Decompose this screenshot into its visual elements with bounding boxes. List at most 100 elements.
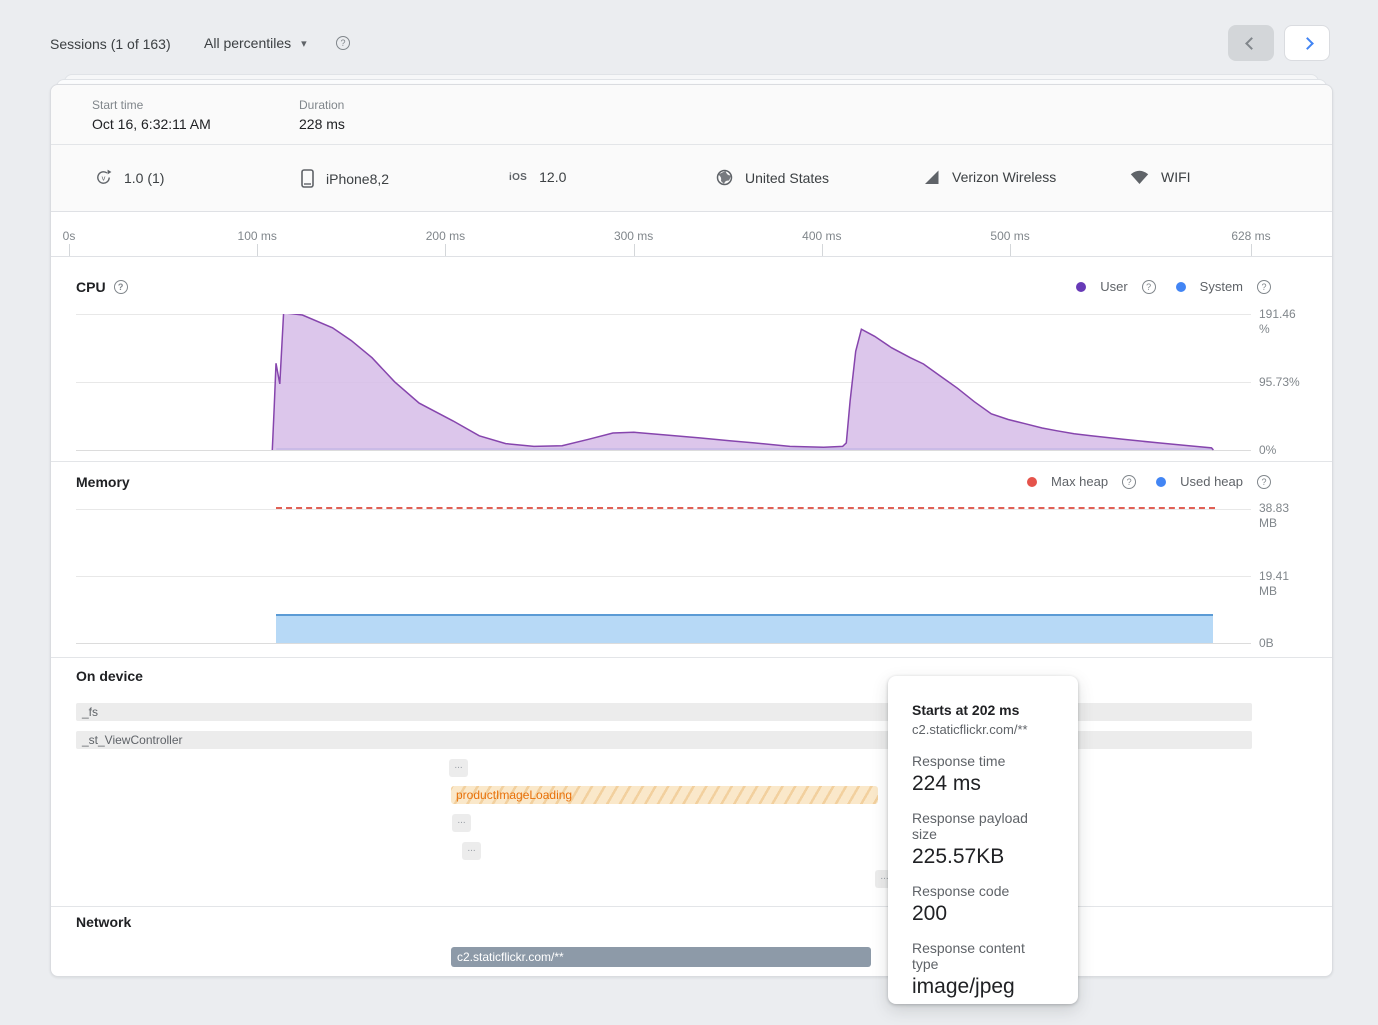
timeline-tick-label: 500 ms xyxy=(975,229,1045,243)
tooltip-url: c2.staticflickr.com/** xyxy=(912,722,1054,737)
cpu-axis-label-mid: 95.73% xyxy=(1259,375,1300,390)
session-detail-card: Start time Oct 16, 6:32:11 AM Duration 2… xyxy=(50,84,1333,977)
app-version-icon: v xyxy=(95,169,112,186)
country-value: United States xyxy=(745,170,829,186)
tooltip-start-time: Starts at 202 ms xyxy=(912,702,1054,718)
carrier-value: Verizon Wireless xyxy=(952,169,1056,185)
timeline-tick-label: 0s xyxy=(34,229,104,243)
radio-value: WIFI xyxy=(1161,169,1191,185)
cpu-user-area-chart[interactable] xyxy=(69,314,1251,452)
tooltip-field-label: Response payload size xyxy=(912,810,1054,842)
next-session-button[interactable] xyxy=(1284,25,1330,61)
cpu-axis-label-max: 191.46 % xyxy=(1259,307,1296,337)
max-heap-line xyxy=(276,507,1215,509)
wifi-icon xyxy=(1130,170,1149,185)
legend-label-user: User xyxy=(1100,279,1127,294)
app-version-value: 1.0 (1) xyxy=(124,170,164,186)
country-item: United States xyxy=(716,169,829,186)
collapsed-trace-chip[interactable]: ... xyxy=(449,759,468,777)
cpu-legend: User ? System ? xyxy=(1076,279,1271,294)
network-section-title: Network xyxy=(76,914,131,930)
product-image-loading-label: productImageLoading xyxy=(456,788,572,802)
timeline-tick-mark xyxy=(257,244,258,256)
chevron-left-icon xyxy=(1245,37,1258,50)
tooltip-field-label: Response time xyxy=(912,753,1054,769)
cpu-user-help-icon[interactable]: ? xyxy=(1142,280,1156,294)
tooltip-field-value: 200 xyxy=(912,902,1054,926)
start-time-value: Oct 16, 6:32:11 AM xyxy=(92,116,211,132)
radio-item: WIFI xyxy=(1130,169,1191,185)
cpu-system-help-icon[interactable]: ? xyxy=(1257,280,1271,294)
tooltip-field-value: image/jpeg xyxy=(912,975,1054,999)
device-model-icon xyxy=(301,169,314,188)
app-version-item: v 1.0 (1) xyxy=(95,169,164,186)
globe-icon xyxy=(716,169,733,186)
memory-axis-label-zero: 0B xyxy=(1259,636,1274,651)
memory-axis-label-mid: 19.41 MB xyxy=(1259,569,1289,599)
timeline-tick-mark xyxy=(634,244,635,256)
cpu-user-area xyxy=(272,314,1213,450)
network-request-tooltip: Starts at 202 ms c2.staticflickr.com/** … xyxy=(888,676,1078,1004)
legend-dot-used-heap xyxy=(1156,477,1166,487)
max-heap-help-icon[interactable]: ? xyxy=(1122,475,1136,489)
timeline-tick-label: 300 ms xyxy=(599,229,669,243)
sessions-count-label: Sessions (1 of 163) xyxy=(50,36,171,52)
timeline-tick-mark xyxy=(69,244,70,256)
device-info-band: v 1.0 (1) iPhone8,2 iOS 12.0 xyxy=(51,145,1332,211)
legend-dot-user xyxy=(1076,282,1086,292)
svg-text:v: v xyxy=(102,173,106,182)
cpu-section-title: CPU ? xyxy=(76,279,128,295)
timeline-tick-label: 200 ms xyxy=(410,229,480,243)
previous-session-button[interactable] xyxy=(1228,25,1274,61)
sessions-help-icon[interactable]: ? xyxy=(336,36,350,50)
collapsed-trace-chip[interactable]: ... xyxy=(452,814,471,832)
used-heap-help-icon[interactable]: ? xyxy=(1257,475,1271,489)
chevron-down-icon: ▾ xyxy=(301,37,307,50)
cpu-title-text: CPU xyxy=(76,279,106,295)
start-time-label: Start time xyxy=(92,98,143,112)
firebase-performance-session-page: Sessions (1 of 163) All percentiles ▾ ? … xyxy=(0,0,1378,1025)
gridline xyxy=(76,643,1251,644)
os-version-icon: iOS xyxy=(509,172,527,183)
timeline-tick-mark xyxy=(822,244,823,256)
divider xyxy=(51,657,1332,658)
divider xyxy=(51,256,1332,257)
carrier-item: Verizon Wireless xyxy=(923,169,1056,185)
on-device-title-text: On device xyxy=(76,668,143,684)
os-version-item: iOS 12.0 xyxy=(509,169,566,185)
percentiles-dropdown[interactable]: All percentiles ▾ xyxy=(204,35,307,51)
cpu-help-icon[interactable]: ? xyxy=(114,280,128,294)
tooltip-field-label: Response code xyxy=(912,883,1054,899)
memory-legend: Max heap ? Used heap ? xyxy=(1027,474,1271,489)
session-summary-band: Start time Oct 16, 6:32:11 AM Duration 2… xyxy=(51,85,1332,144)
percentiles-dropdown-label: All percentiles xyxy=(204,35,291,51)
timeline-tick-mark xyxy=(445,244,446,256)
cpu-axis-label-zero: 0% xyxy=(1259,443,1276,458)
gridline xyxy=(76,576,1251,577)
on-device-section-title: On device xyxy=(76,668,143,684)
memory-title-text: Memory xyxy=(76,474,130,490)
divider xyxy=(51,906,1332,907)
duration-value: 228 ms xyxy=(299,116,345,132)
collapsed-trace-chip[interactable]: ... xyxy=(462,842,481,860)
legend-dot-max-heap xyxy=(1027,477,1037,487)
legend-label-system: System xyxy=(1200,279,1243,294)
tooltip-field-value: 225.57KB xyxy=(912,845,1054,869)
legend-dot-system xyxy=(1176,282,1186,292)
timeline-tick-label: 400 ms xyxy=(787,229,857,243)
divider xyxy=(51,461,1332,462)
memory-section-title: Memory xyxy=(76,474,130,490)
timeline-tick-mark xyxy=(1251,244,1252,256)
network-title-text: Network xyxy=(76,914,131,930)
gridline xyxy=(76,509,1251,510)
legend-label-max-heap: Max heap xyxy=(1051,474,1108,489)
network-request-bar[interactable]: c2.staticflickr.com/** xyxy=(451,947,871,967)
timeline-tick-label: 100 ms xyxy=(222,229,292,243)
device-model-value: iPhone8,2 xyxy=(326,171,389,187)
trace-row-product-image-loading[interactable]: productImageLoading xyxy=(451,786,878,804)
duration-label: Duration xyxy=(299,98,344,112)
carrier-signal-icon xyxy=(923,170,940,185)
used-heap-area[interactable] xyxy=(276,614,1213,643)
device-model-item: iPhone8,2 xyxy=(301,169,389,188)
legend-label-used-heap: Used heap xyxy=(1180,474,1243,489)
